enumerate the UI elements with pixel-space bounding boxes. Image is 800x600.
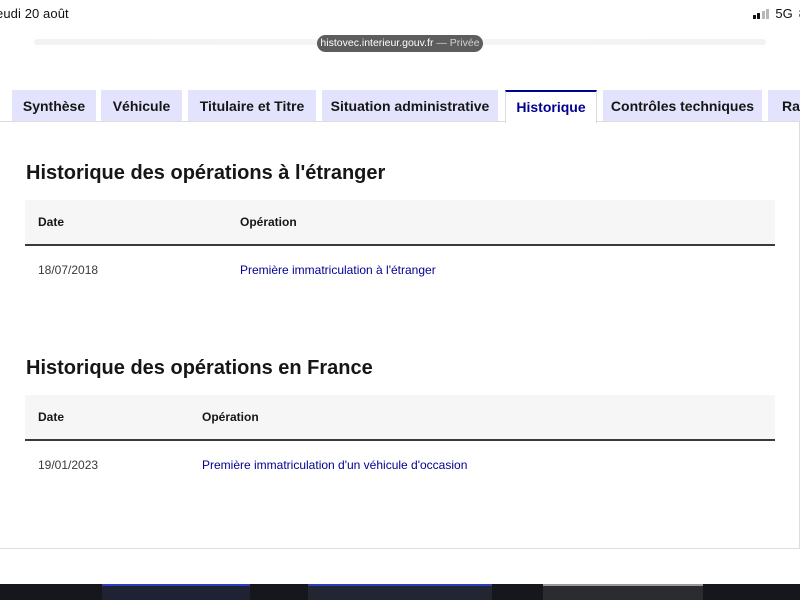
network-type: 5G [775, 6, 793, 21]
status-time: eudi 20 août [0, 6, 69, 21]
column-header-date: Date [38, 215, 65, 229]
tab-vehicule[interactable]: Véhicule [101, 90, 182, 122]
tab-synthese[interactable]: Synthèse [12, 90, 96, 122]
row-operation: Première immatriculation d'un véhicule d… [202, 458, 468, 472]
column-header-date: Date [38, 410, 65, 424]
table-row: 18/07/2018 Première immatriculation à l'… [25, 246, 775, 294]
tab-controles-techniques[interactable]: Contrôles techniques [603, 90, 762, 122]
url-bar[interactable]: histovec.interieur.gouv.fr — Privée [317, 35, 483, 52]
row-operation: Première immatriculation à l'étranger [240, 263, 436, 277]
tab-rapport-truncated[interactable]: Rap [768, 90, 800, 122]
footer-card[interactable] [308, 584, 492, 600]
tab-historique[interactable]: Historique [505, 90, 597, 123]
table-header: Date Opération [25, 395, 775, 441]
table-header: Date Opération [25, 200, 775, 246]
row-date: 18/07/2018 [38, 263, 99, 277]
tab-situation-administrative[interactable]: Situation administrative [322, 90, 498, 122]
tab-bar: Synthèse Véhicule Titulaire et Titre Sit… [0, 90, 800, 123]
footer-strip [0, 584, 800, 600]
column-header-operation: Opération [240, 215, 297, 229]
footer-card[interactable] [102, 584, 250, 600]
footer-card[interactable] [543, 584, 703, 600]
table-row: 19/01/2023 Première immatriculation d'un… [25, 441, 775, 489]
status-bar: eudi 20 août 5G 8 [0, 0, 800, 28]
row-date: 19/01/2023 [38, 458, 99, 472]
private-browsing-label: — Privée [436, 37, 480, 49]
cellular-signal-icon [752, 8, 770, 19]
tab-titulaire-et-titre[interactable]: Titulaire et Titre [188, 90, 316, 122]
section-title-france: Historique des opérations en France [26, 357, 373, 379]
table-france: Date Opération 19/01/2023 Première immat… [25, 395, 775, 489]
table-abroad: Date Opération 18/07/2018 Première immat… [25, 200, 775, 294]
section-title-abroad: Historique des opérations à l'étranger [26, 162, 386, 184]
column-header-operation: Opération [202, 410, 259, 424]
historique-panel: Historique des opérations à l'étranger D… [0, 121, 800, 549]
status-indicators: 5G 8 [752, 6, 800, 21]
url-domain: histovec.interieur.gouv.fr [320, 37, 434, 49]
